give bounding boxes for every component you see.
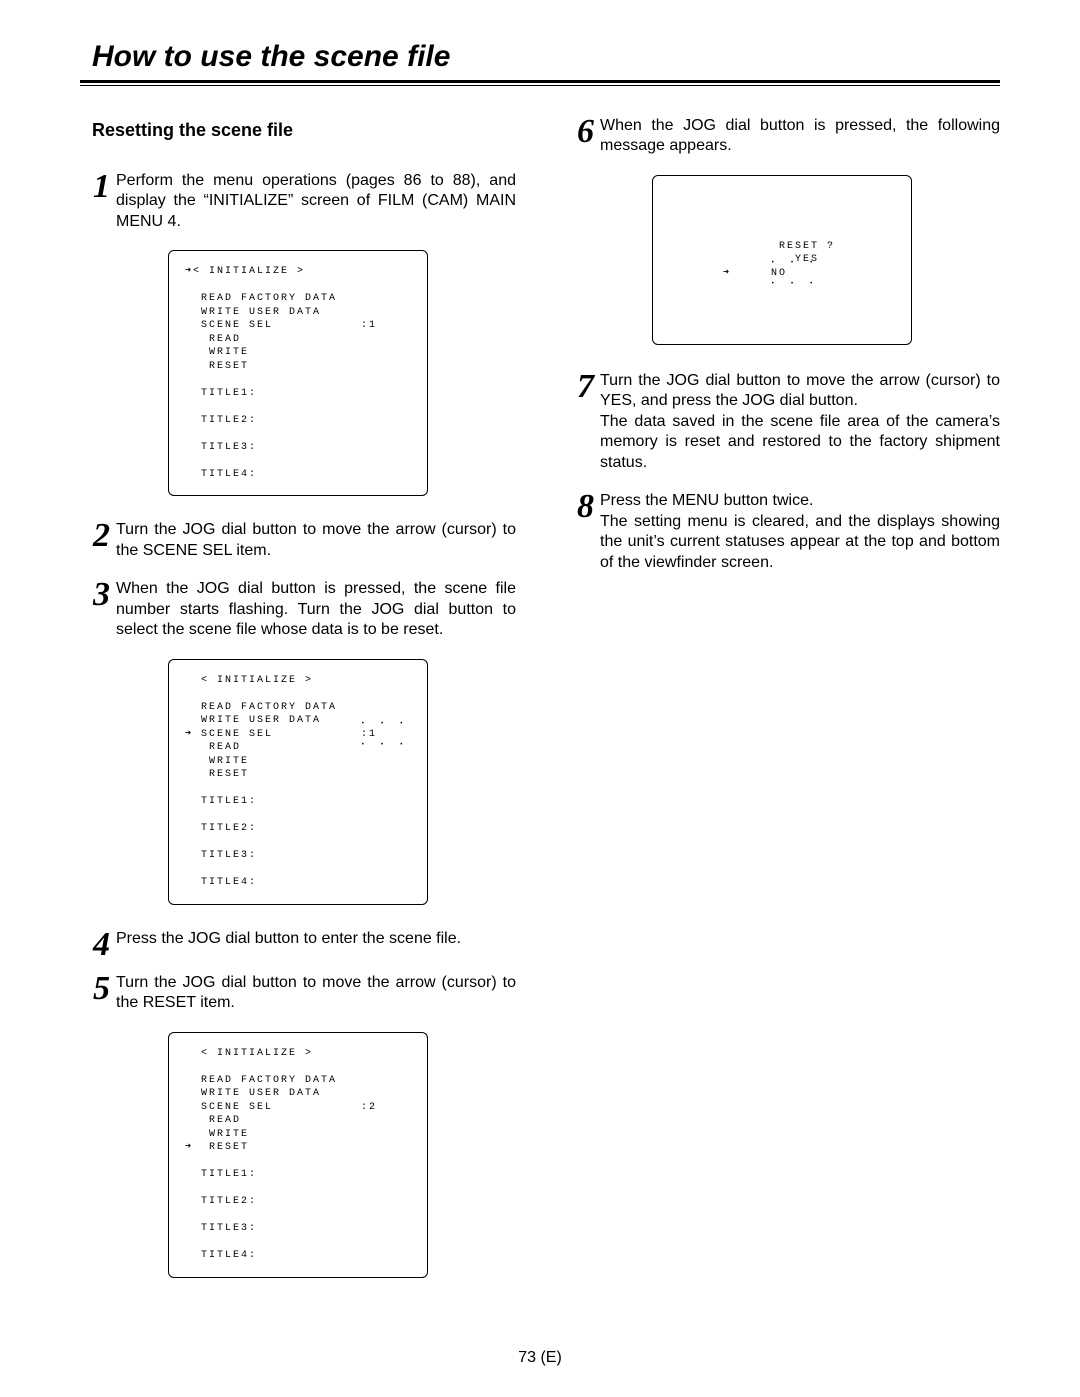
- section-subhead: Resetting the scene file: [92, 120, 516, 141]
- step-5: 5 Turn the JOG dial button to move the a…: [80, 973, 516, 1014]
- step-8: 8 Press the MENU button twice.The settin…: [564, 491, 1000, 573]
- step-text: Turn the JOG dial button to move the arr…: [116, 973, 516, 1014]
- step-number: 6: [564, 116, 594, 142]
- step-text: Press the JOG dial button to enter the s…: [116, 929, 516, 949]
- step-text: When the JOG dial button is pressed, the…: [600, 116, 1000, 157]
- screen-reset-prompt: RESET ? YES ➜ NO: [652, 175, 912, 345]
- title-rule: [80, 80, 1000, 86]
- step-number: 7: [564, 371, 594, 397]
- step-text: Press the MENU button twice.The setting …: [600, 491, 1000, 573]
- step-1: 1 Perform the menu operations (pages 86 …: [80, 171, 516, 232]
- step-2: 2 Turn the JOG dial button to move the a…: [80, 520, 516, 561]
- screen-initialize-2: < INITIALIZE > READ FACTORY DATA WRITE U…: [168, 659, 428, 905]
- page-title: How to use the scene file: [92, 40, 1000, 74]
- step-6: 6 When the JOG dial button is pressed, t…: [564, 116, 1000, 157]
- left-column: Resetting the scene file 1 Perform the m…: [80, 116, 516, 1302]
- step-number: 5: [80, 973, 110, 999]
- step-number: 1: [80, 171, 110, 197]
- step-number: 2: [80, 520, 110, 546]
- step-3: 3 When the JOG dial button is pressed, t…: [80, 579, 516, 640]
- step-text: When the JOG dial button is pressed, the…: [116, 579, 516, 640]
- step-text: Perform the menu operations (pages 86 to…: [116, 171, 516, 232]
- page-number: 73 (E): [0, 1349, 1080, 1367]
- step-7: 7 Turn the JOG dial button to move the a…: [564, 371, 1000, 473]
- right-column: 6 When the JOG dial button is pressed, t…: [564, 116, 1000, 1302]
- step-number: 3: [80, 579, 110, 605]
- step-number: 8: [564, 491, 594, 517]
- step-4: 4 Press the JOG dial button to enter the…: [80, 929, 516, 955]
- step-number: 4: [80, 929, 110, 955]
- step-text: Turn the JOG dial button to move the arr…: [600, 371, 1000, 473]
- screen-initialize-3: < INITIALIZE > READ FACTORY DATA WRITE U…: [168, 1032, 428, 1278]
- step-text: Turn the JOG dial button to move the arr…: [116, 520, 516, 561]
- screen-initialize-1: ➜< INITIALIZE > READ FACTORY DATA WRITE …: [168, 250, 428, 496]
